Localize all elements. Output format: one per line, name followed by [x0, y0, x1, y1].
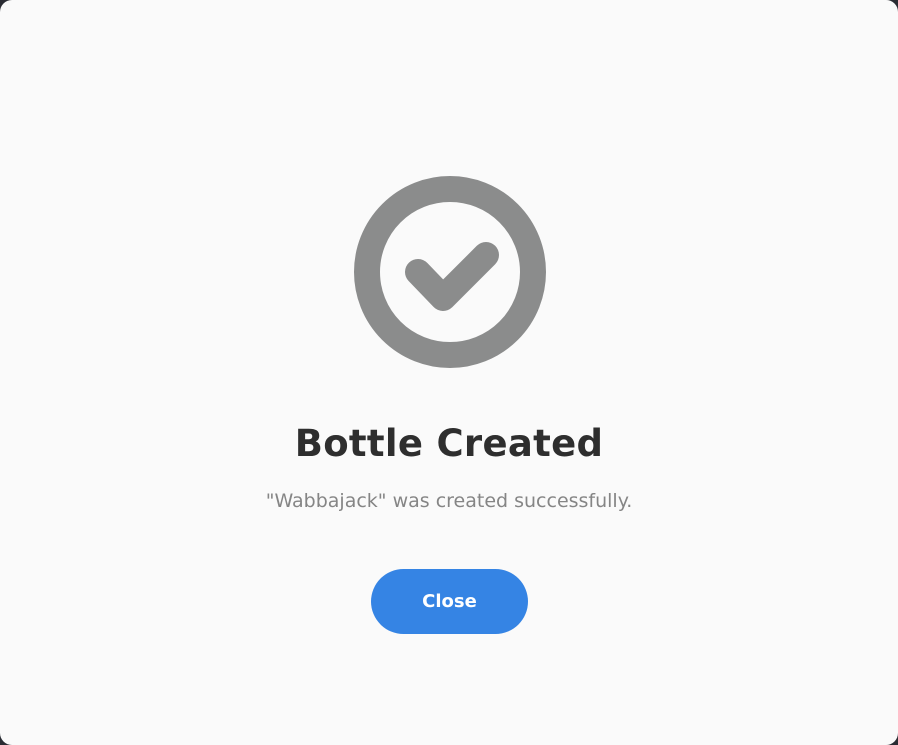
close-button[interactable]: Close [371, 569, 528, 634]
dialog-title: Bottle Created [294, 422, 604, 465]
checkmark-circle-icon [354, 176, 546, 368]
bottle-created-dialog: Bottle Created "Wabbajack" was created s… [0, 0, 898, 745]
dialog-description: "Wabbajack" was created successfully. [265, 490, 633, 512]
